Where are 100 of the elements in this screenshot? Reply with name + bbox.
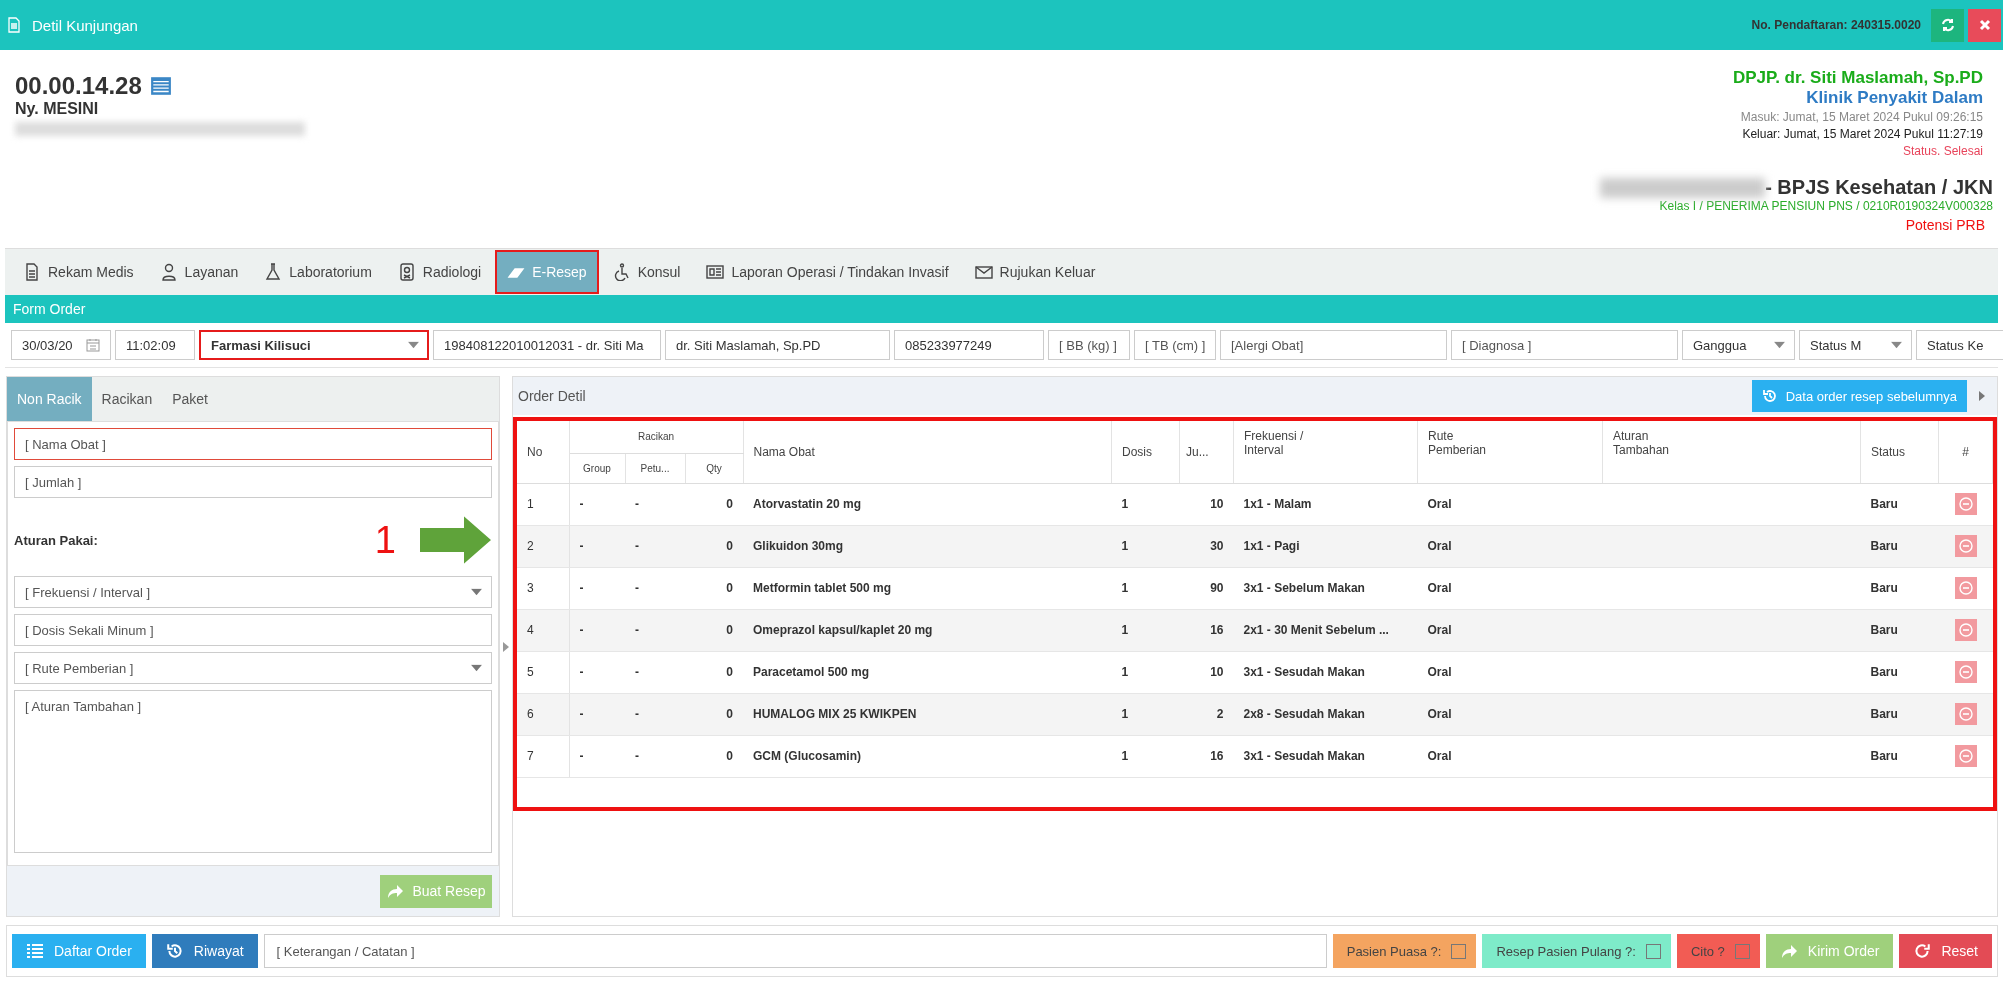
remove-button[interactable] (1954, 661, 1977, 683)
input-field[interactable]: [ BB (kg) ] (1048, 330, 1130, 360)
note-field[interactable]: [ Keterangan / Catatan ] (263, 934, 1327, 968)
route-cell: Oral (1427, 749, 1452, 763)
nav-tab[interactable]: Radiologi (385, 250, 494, 294)
nav-tab[interactable]: Layanan (147, 250, 251, 294)
nav-tab[interactable]: Rujukan Keluar (962, 250, 1108, 294)
doctor-name: DPJP. dr. Siti Maslamah, Sp.PD (1732, 68, 1984, 88)
group-cell: - (579, 623, 584, 637)
frequency-cell: 1x1 - Malam (1243, 497, 1312, 511)
status-cell: Baru (1870, 665, 1898, 679)
frequency-cell: 3x1 - Sesudah Makan (1243, 665, 1365, 679)
dose-cell: 1 (1121, 539, 1129, 553)
minus-circle-icon (1958, 539, 1973, 553)
drug-name: Metformin tablet 500 mg (753, 581, 892, 595)
column-header: Dosis (1122, 444, 1152, 459)
frequency-cell: 1x1 - Pagi (1243, 539, 1300, 553)
column-header: No (527, 444, 543, 459)
dose-cell: 1 (1121, 497, 1129, 511)
remove-button[interactable] (1954, 703, 1977, 725)
status-cell: Baru (1870, 623, 1898, 637)
dose-cell: 1 (1121, 749, 1129, 763)
status-cell: Baru (1870, 497, 1898, 511)
wheelchair-icon (612, 263, 631, 281)
amount-cell: 30 (1210, 539, 1224, 553)
nav-tab[interactable]: Rekam Medis (11, 250, 146, 294)
drug-name: HUMALOG MIX 25 KWIKPEN (753, 707, 917, 721)
drug-name: Paracetamol 500 mg (753, 665, 870, 679)
dropdown[interactable]: Status M (1799, 330, 1912, 360)
expand-icon[interactable] (1979, 391, 1985, 401)
column-header: Rute Pemberian (1428, 429, 1487, 457)
minus-circle-icon (1958, 623, 1973, 637)
route-cell: Oral (1427, 497, 1452, 511)
input-field[interactable]: 11:02:09 (115, 330, 195, 360)
close-button[interactable] (1968, 8, 2001, 42)
caret-icon[interactable] (471, 588, 482, 596)
nav-tab[interactable]: Laboratorium (252, 250, 384, 294)
remove-button[interactable] (1954, 577, 1977, 599)
remove-button[interactable] (1954, 619, 1977, 641)
input-field[interactable]: [ Dosis Sekali Minum ] (14, 614, 492, 646)
row-number: 7 (527, 749, 534, 763)
insurance-class: Kelas I / PENERIMA PENSIUN PNS / 0210R0190324V000328 (1659, 199, 1993, 213)
input-field[interactable]: [ TB (cm) ] (1134, 330, 1216, 360)
qty-cell: 0 (726, 623, 733, 637)
collapse-icon[interactable] (503, 641, 509, 652)
input-field[interactable]: 085233977249 (894, 330, 1044, 360)
share-arrow-icon (1779, 942, 1798, 960)
caret-icon[interactable] (1891, 341, 1902, 349)
check-in-time: Masuk: Jumat, 15 Maret 2024 Pukul 09:26:15 (1740, 110, 1984, 124)
refresh-button[interactable] (1931, 8, 1964, 42)
minus-circle-icon (1958, 749, 1973, 763)
caret-icon[interactable] (1774, 341, 1785, 349)
input-field[interactable]: 198408122010012031 - dr. Siti Ma (433, 330, 661, 360)
checkbox[interactable] (1645, 943, 1661, 959)
amount-cell: 90 (1210, 581, 1224, 595)
dose-cell: 1 (1121, 623, 1129, 637)
list-icon[interactable] (149, 75, 172, 97)
caret-icon[interactable] (408, 341, 419, 349)
input-field[interactable]: dr. Siti Maslamah, Sp.PD (665, 330, 890, 360)
column-header: Aturan Tambahan (1613, 429, 1670, 457)
dropdown[interactable]: [ Frekuensi / Interval ] (14, 576, 492, 608)
patient-name: Ny. MESINI (15, 100, 100, 118)
checkbox[interactable] (1734, 943, 1750, 959)
list-icon (26, 942, 44, 960)
route-cell: Oral (1427, 707, 1452, 721)
remove-button[interactable] (1954, 745, 1977, 767)
input-field[interactable]: [ Jumlah ] (14, 466, 492, 498)
history-button[interactable]: Riwayat (151, 934, 258, 968)
date-field[interactable]: 30/03/20 (11, 330, 111, 360)
input-field[interactable]: [Alergi Obat] (1220, 330, 1447, 360)
dropdown[interactable]: Status Ke (1916, 330, 2003, 360)
frequency-cell: 2x1 - 30 Menit Sebelum ... (1243, 623, 1389, 637)
checkbox[interactable] (1451, 943, 1467, 959)
nav-tab[interactable]: Laporan Operasi / Tindakan Invasif (694, 250, 961, 294)
input-field[interactable]: [ Nama Obat ] (14, 428, 492, 460)
drug-name: Atorvastatin 20 mg (753, 497, 862, 511)
nav-tab[interactable]: Konsul (600, 250, 693, 294)
dropdown[interactable]: [ Rute Pemberian ] (14, 652, 492, 684)
remove-button[interactable] (1954, 535, 1977, 557)
refresh-icon (1939, 17, 1956, 33)
remove-button[interactable] (1954, 493, 1977, 515)
dropdown[interactable]: Farmasi Kilisuci (199, 330, 429, 360)
calendar-icon[interactable] (85, 337, 101, 353)
column-header: Ju... (1186, 444, 1209, 459)
dropdown[interactable]: Ganggua (1682, 330, 1795, 360)
checkbox-toggle[interactable]: Resep Pasien Pulang ?: (1482, 934, 1671, 968)
minus-circle-icon (1958, 497, 1973, 511)
input-field[interactable]: [ Diagnosa ] (1451, 330, 1678, 360)
amount-cell: 16 (1210, 749, 1224, 763)
tab[interactable]: Paket (162, 377, 218, 421)
checkbox-toggle[interactable]: Pasien Puasa ?: (1332, 934, 1477, 968)
qty-cell: 0 (726, 749, 733, 763)
envelope-icon (974, 263, 993, 281)
tab[interactable]: Racikan (91, 377, 163, 421)
reset-button[interactable]: Reset (1899, 934, 1992, 968)
group-cell: - (579, 497, 584, 511)
drug-name: GCM (Glucosamin) (753, 749, 861, 763)
person-icon (159, 263, 178, 281)
text-area[interactable]: [ Aturan Tambahan ] (14, 690, 492, 853)
caret-icon[interactable] (471, 664, 482, 672)
